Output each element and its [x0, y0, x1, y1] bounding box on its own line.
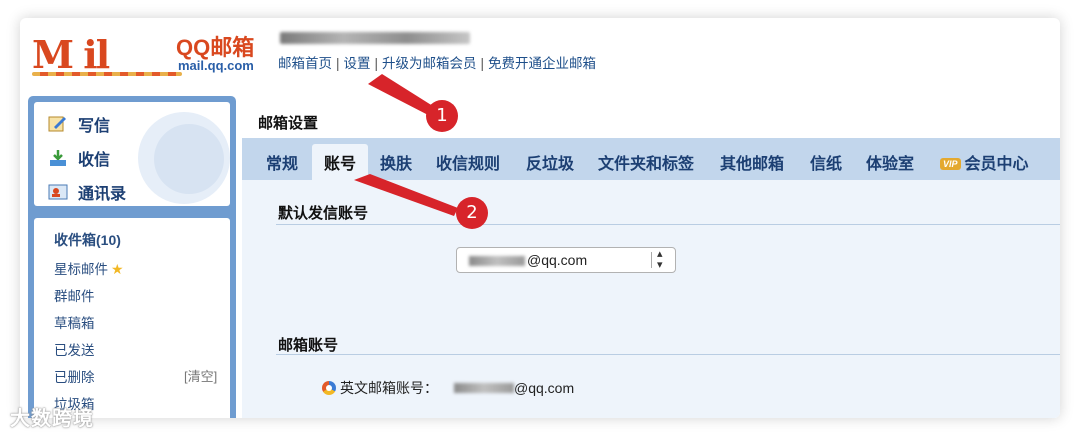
annotation-badge-1: 1 — [426, 100, 458, 132]
arrow-1-icon — [368, 74, 436, 116]
annotation-arrows — [354, 74, 458, 216]
arrow-2-icon — [354, 174, 458, 216]
watermark: 大数跨境 — [10, 408, 94, 430]
annotation-badge-2: 2 — [456, 197, 488, 229]
